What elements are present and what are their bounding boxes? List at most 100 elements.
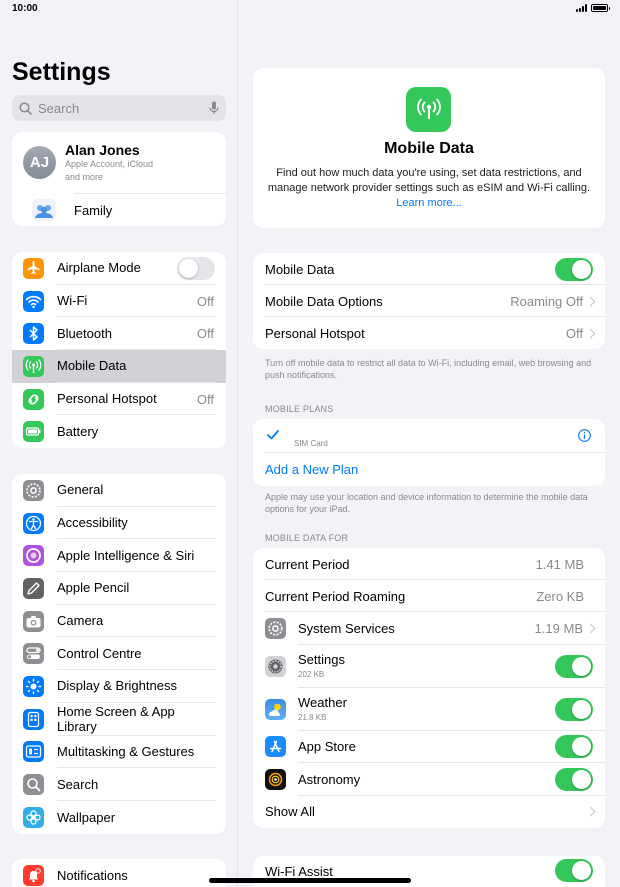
family-row[interactable]: Family [32, 193, 226, 226]
weather-toggle[interactable] [555, 697, 593, 721]
battery-status-icon [591, 4, 610, 12]
sidebar-item-label: General [57, 474, 216, 507]
astronomy-icon [265, 768, 286, 790]
sidebar-item-bluetooth[interactable]: Bluetooth Off [12, 317, 226, 351]
gear-icon [265, 617, 286, 639]
hero-title: Mobile Data [384, 140, 474, 157]
home-indicator [209, 878, 411, 883]
profile-card: AJ Alan Jones Apple Account, iCloud and … [12, 132, 226, 226]
status-icons [576, 4, 610, 12]
sidebar-item-personal-hotspot[interactable]: Personal Hotspot Off [12, 383, 226, 416]
sidebar-item-label: Notifications [57, 867, 128, 883]
sidebar-item-wallpaper[interactable]: Wallpaper [12, 801, 226, 834]
mobile-data-note: Turn off mobile data to restrict all dat… [265, 358, 592, 380]
sidebar-item-multitasking-gestures[interactable]: Multitasking & Gestures [12, 736, 226, 769]
weather-icon [265, 698, 286, 720]
app-store-toggle[interactable] [555, 735, 593, 759]
brightness-icon [23, 675, 44, 697]
settings-label: Settings [298, 651, 345, 667]
show-all-row[interactable]: Show All [253, 796, 605, 828]
status-time: 10:00 [12, 3, 38, 14]
sidebar-item-search[interactable]: Search [12, 768, 226, 801]
sidebar-item-airplane-mode[interactable]: Airplane Mode [12, 252, 226, 285]
bluetooth-icon [23, 323, 44, 345]
sidebar-item-label: Battery [57, 424, 99, 440]
info-icon[interactable] [578, 429, 591, 442]
add-plan-row[interactable]: Add a New Plan [253, 453, 605, 486]
sidebar-item-display-brightness[interactable]: Display & Brightness [12, 670, 226, 703]
sidebar-item-control-centre[interactable]: Control Centre [12, 637, 226, 671]
sidebar: Settings Search AJ Alan Jones Apple Acco… [0, 0, 238, 887]
current-period-value: 1.41 MB [535, 556, 584, 572]
multitasking-icon [23, 741, 44, 763]
sidebar-item-mobile-data[interactable]: Mobile Data [12, 350, 226, 383]
chevron-right-icon [585, 328, 596, 338]
sidebar-item-apple-pencil[interactable]: Apple Pencil [12, 572, 226, 605]
sidebar-item-label: Camera [57, 605, 216, 638]
app-row-astronomy[interactable]: Astronomy [253, 763, 605, 796]
profile-subtitle-1: Apple Account, iCloud [65, 158, 154, 169]
airplane-mode-toggle[interactable] [177, 256, 215, 280]
chevron-right-icon [585, 296, 596, 306]
bell-icon [23, 864, 44, 886]
sidebar-item-home-screen-app-library[interactable]: Home Screen & App Library [12, 703, 226, 736]
settings-toggle[interactable] [555, 654, 593, 678]
system-services-value: 1.19 MB [534, 620, 583, 636]
sim-card-label: SIM Card [294, 439, 328, 448]
add-plan-link[interactable]: Add a New Plan [265, 462, 358, 477]
wifi-icon [23, 290, 44, 312]
app-row-app-store[interactable]: App Store [253, 731, 605, 763]
sidebar-item-label: Control Centre [57, 637, 216, 671]
mobile-plans-header: MOBILE PLANS [265, 404, 334, 414]
sim-card-row[interactable]: SIM Card [253, 419, 605, 453]
sidebar-item-label: Home Screen & App Library [57, 703, 216, 736]
app-row-settings[interactable]: Settings 202 KB [253, 645, 605, 688]
app-store-icon [265, 736, 286, 758]
personal-hotspot-row[interactable]: Personal Hotspot Off [253, 317, 605, 349]
sidebar-item-camera[interactable]: Camera [12, 605, 226, 638]
app-row-weather[interactable]: Weather 21.8 KB [253, 688, 605, 731]
system-services-label: System Services [298, 620, 395, 636]
settings-app-icon [265, 655, 286, 677]
mobile-data-options-row[interactable]: Mobile Data Options Roaming Off [253, 285, 605, 317]
sidebar-item-label: Mobile Data [57, 350, 216, 383]
family-icon [32, 199, 56, 221]
plans-note: Apple may use your location and device i… [265, 492, 588, 514]
chevron-right-icon [585, 623, 596, 634]
astronomy-label: Astronomy [298, 771, 361, 787]
sidebar-item-label: Accessibility [57, 507, 216, 540]
mobile-data-toggle[interactable] [555, 257, 593, 281]
sidebar-item-label: Apple Intelligence & Siri [57, 539, 216, 573]
chevron-right-icon [585, 806, 596, 817]
sidebar-item-wi-fi[interactable]: Wi-Fi Off [12, 285, 226, 318]
account-row[interactable]: AJ Alan Jones Apple Account, iCloud and … [12, 132, 226, 193]
sidebar-item-battery[interactable]: Battery [12, 415, 226, 448]
learn-more-link[interactable]: Learn more... [396, 197, 461, 209]
hero-description: Find out how much data you're using, set… [265, 166, 593, 211]
main-panel: Mobile Data Find out how much data you'r… [239, 0, 620, 887]
sidebar-item-label: Bluetooth [57, 317, 216, 351]
antenna-icon [406, 87, 451, 132]
mobile-data-row[interactable]: Mobile Data [253, 253, 605, 285]
sidebar-item-apple-intelligence-siri[interactable]: Apple Intelligence & Siri [12, 539, 226, 573]
home-screen-icon [23, 708, 44, 730]
weather-label: Weather [298, 694, 347, 710]
sidebar-item-general[interactable]: General [12, 474, 226, 507]
weather-usage: 21.8 KB [298, 712, 327, 722]
camera-icon [23, 610, 44, 632]
status-bar: 10:00 [0, 0, 620, 18]
sidebar-item-notifications[interactable]: Notifications [12, 859, 226, 887]
notifications-group: Notifications [12, 859, 226, 887]
wi-fi-value: Off [196, 293, 214, 309]
avatar: AJ [23, 146, 56, 179]
wifi-assist-toggle[interactable] [555, 859, 593, 882]
connectivity-group: Airplane Mode Wi-Fi Off Bluetooth Off Mo… [12, 252, 226, 449]
mobile-data-options-value: Roaming Off [510, 293, 583, 309]
app-row-system-services[interactable]: System Services 1.19 MB [253, 612, 605, 645]
microphone-icon[interactable] [209, 101, 219, 115]
astronomy-toggle[interactable] [555, 767, 593, 791]
search-input[interactable]: Search [12, 95, 226, 121]
sidebar-item-accessibility[interactable]: Accessibility [12, 507, 226, 540]
sidebar-item-label: Wallpaper [57, 809, 116, 825]
sidebar-item-label: Search [57, 768, 216, 801]
